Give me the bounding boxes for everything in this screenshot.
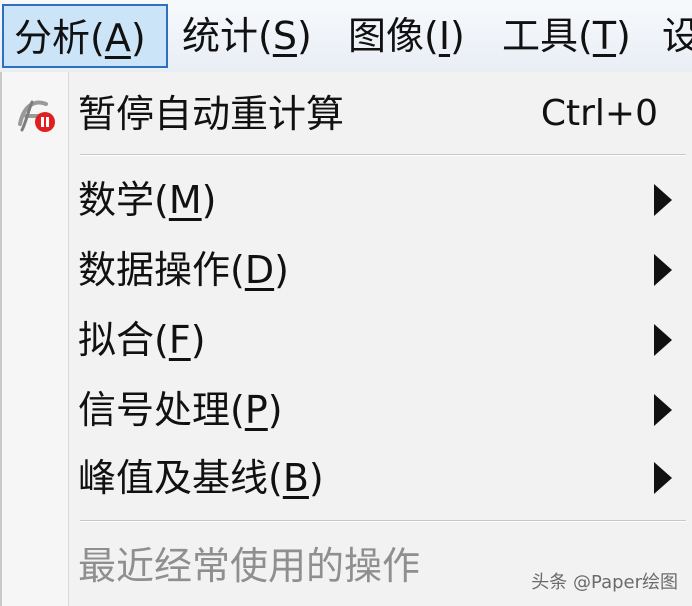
chevron-right-icon <box>654 254 672 286</box>
fitting-label: 拟合(F) <box>78 318 206 362</box>
chevron-right-icon <box>654 324 672 356</box>
menu-item-fitting[interactable]: 拟合(F) <box>2 308 692 372</box>
menu-statistics-label: 统计( <box>182 14 273 58</box>
menu-separator <box>80 520 686 522</box>
menu-tools-label: 工具( <box>502 14 593 58</box>
pause-recalc-label: 暂停自动重计算 <box>78 92 345 136</box>
analysis-dropdown-menu: 暂停自动重计算 Ctrl+0 数学(M) 数据操作(D) 拟合(F) 信号处理(… <box>0 72 692 606</box>
math-label: 数学(M) <box>78 178 217 222</box>
pause-recalc-shortcut: Ctrl+0 <box>540 93 658 134</box>
menu-image[interactable]: 图像(I) <box>348 4 465 68</box>
menu-item-pause-recalc[interactable]: 暂停自动重计算 Ctrl+0 <box>2 82 692 146</box>
menu-statistics-mnemonic: S <box>272 14 297 58</box>
menu-item-peaks-baseline[interactable]: 峰值及基线(B) <box>2 446 692 510</box>
chevron-right-icon <box>654 184 672 216</box>
signal-processing-label: 信号处理(P) <box>78 388 283 432</box>
chevron-right-icon <box>654 462 672 494</box>
menu-analysis[interactable]: 分析(A) <box>2 4 168 68</box>
menu-bar: 分析(A) 统计(S) 图像(I) 工具(T) 设 <box>0 0 692 73</box>
menu-statistics[interactable]: 统计(S) <box>182 4 312 68</box>
chevron-right-icon <box>654 394 672 426</box>
recent-operations-label: 最近经常使用的操作 <box>78 544 421 588</box>
menu-item-signal-processing[interactable]: 信号处理(P) <box>2 378 692 442</box>
menu-image-suffix: ) <box>450 14 465 58</box>
watermark: 头条 @Paper绘图 <box>531 572 678 593</box>
data-manipulation-label: 数据操作(D) <box>78 248 289 292</box>
menu-item-data-manipulation[interactable]: 数据操作(D) <box>2 238 692 302</box>
menu-image-mnemonic: I <box>438 14 451 58</box>
menu-settings-label: 设 <box>662 14 692 58</box>
pause-recalc-icon <box>18 100 55 132</box>
menu-separator <box>80 154 686 156</box>
menu-tools-mnemonic: T <box>592 14 617 58</box>
menu-item-math[interactable]: 数学(M) <box>2 168 692 232</box>
menu-settings-partial[interactable]: 设 <box>662 4 692 68</box>
menu-analysis-label: 分析( <box>14 16 105 60</box>
menu-statistics-suffix: ) <box>296 14 312 58</box>
peaks-baseline-label: 峰值及基线(B) <box>78 456 324 500</box>
menu-analysis-mnemonic: A <box>104 16 131 60</box>
menu-analysis-suffix: ) <box>130 16 146 60</box>
menu-image-label: 图像( <box>348 14 439 58</box>
menu-tools-suffix: ) <box>616 14 631 58</box>
menu-tools[interactable]: 工具(T) <box>502 4 631 68</box>
